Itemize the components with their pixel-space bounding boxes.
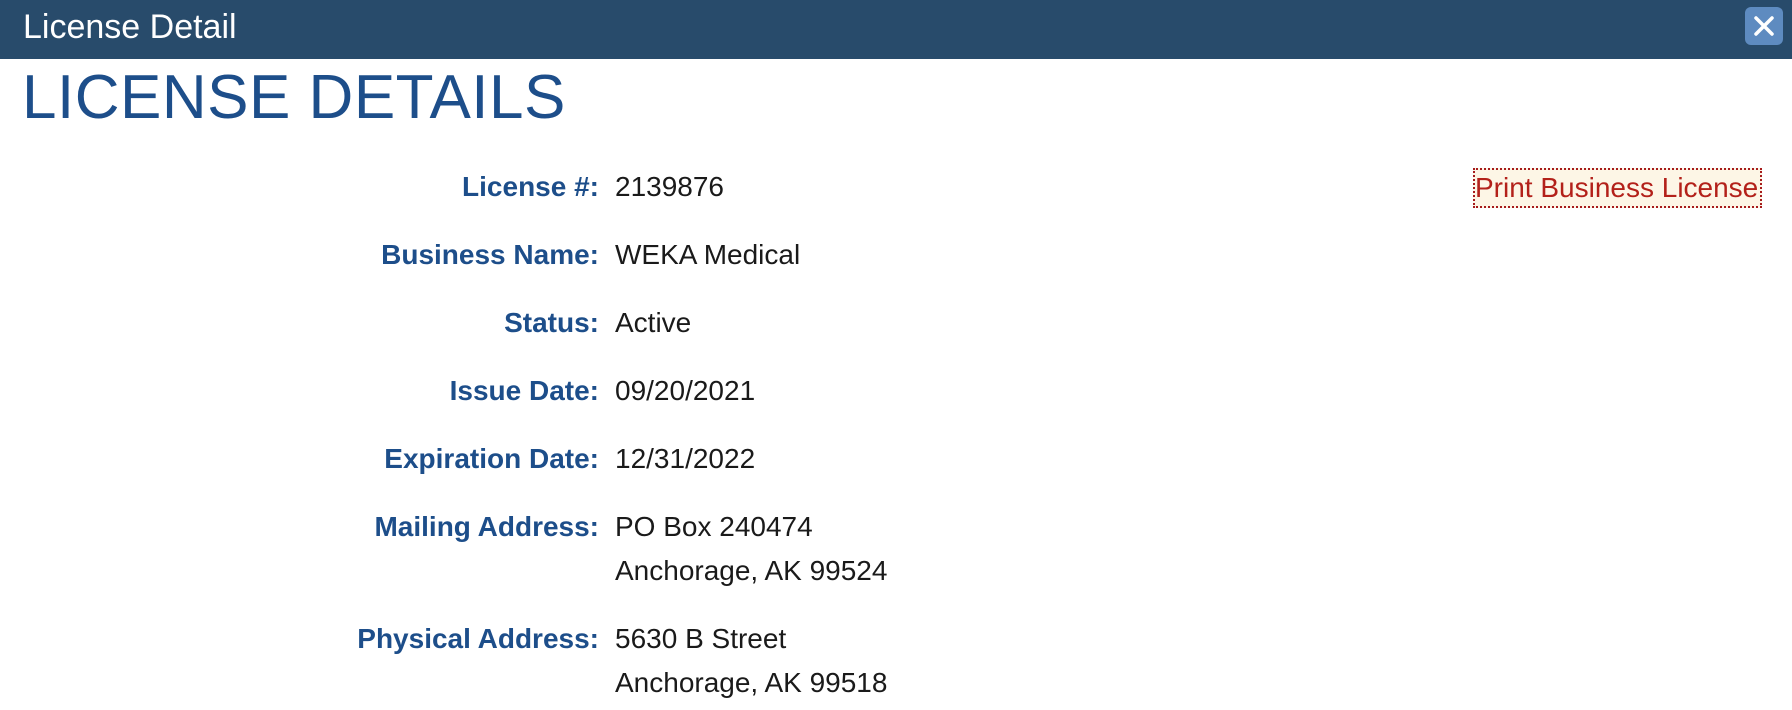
field-value: 12/31/2022 xyxy=(615,443,756,474)
dialog-title: License Detail xyxy=(23,8,237,46)
field-label: Mailing Address: xyxy=(374,511,599,542)
field-row-license-number: License #: 2139876 xyxy=(0,165,1792,209)
field-label: Issue Date: xyxy=(449,375,599,406)
field-label: Business Name: xyxy=(381,239,599,270)
field-value: PO Box 240474 Anchorage, AK 99524 xyxy=(615,511,888,586)
field-label: Status: xyxy=(504,307,599,338)
dialog-titlebar: License Detail xyxy=(0,0,1792,59)
field-value: WEKA Medical xyxy=(615,239,801,270)
field-value: 09/20/2021 xyxy=(615,375,756,406)
field-value: 5630 B Street Anchorage, AK 99518 xyxy=(615,623,888,698)
field-row-mailing-address: Mailing Address: PO Box 240474 Anchorage… xyxy=(0,505,1792,586)
field-value: 2139876 xyxy=(615,171,725,202)
close-icon xyxy=(1754,16,1774,36)
close-button[interactable] xyxy=(1745,7,1783,45)
field-value: Active xyxy=(615,307,692,338)
field-row-business-name: Business Name: WEKA Medical xyxy=(0,233,1792,277)
field-row-expiration-date: Expiration Date: 12/31/2022 xyxy=(0,437,1792,481)
field-row-physical-address: Physical Address: 5630 B Street Anchorag… xyxy=(0,617,1792,698)
field-label: Physical Address: xyxy=(357,623,599,654)
field-row-status: Status: Active xyxy=(0,301,1792,345)
field-label: License #: xyxy=(462,171,599,202)
field-row-issue-date: Issue Date: 09/20/2021 xyxy=(0,369,1792,413)
field-label: Expiration Date: xyxy=(384,443,599,474)
page-title: LICENSE DETAILS xyxy=(22,63,566,132)
